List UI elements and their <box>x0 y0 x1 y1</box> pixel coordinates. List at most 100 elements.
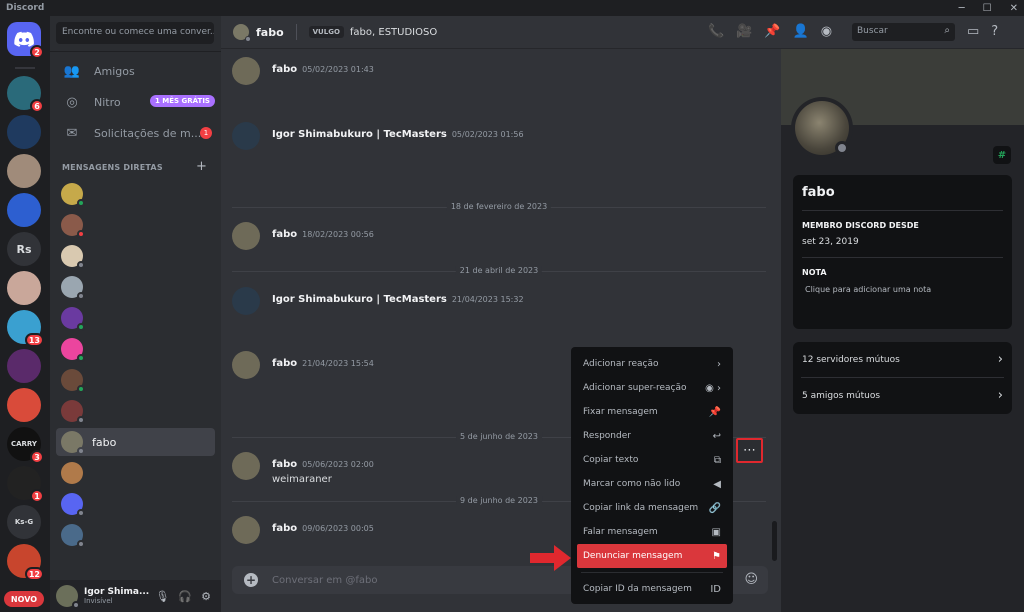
menu-item-speak-message[interactable]: Falar mensagem ▣ <box>577 520 727 544</box>
add-friends-to-dm-icon[interactable]: 👤 <box>793 24 809 39</box>
headphones-icon[interactable]: 🎧 <box>178 590 192 603</box>
dm-item[interactable] <box>56 211 215 239</box>
message-timestamp: 21/04/2023 15:32 <box>451 295 524 304</box>
user-status: Invisível <box>84 597 113 605</box>
close-icon[interactable]: ✕ <box>1010 3 1018 14</box>
server-icon[interactable] <box>7 388 41 422</box>
maximize-icon[interactable]: ☐ <box>983 3 992 14</box>
pinned-messages-icon[interactable]: 📌 <box>764 24 780 39</box>
attach-plus-icon[interactable]: + <box>244 573 258 587</box>
message-author[interactable]: fabo <box>272 459 297 470</box>
profile-avatar[interactable] <box>791 97 853 159</box>
server-icon[interactable] <box>7 349 41 383</box>
server-icon[interactable]: Rs <box>7 232 41 266</box>
message[interactable]: Igor Shimabukuro | TecMasters 21/04/2023 … <box>232 287 524 315</box>
menu-item-reply[interactable]: Responder ↩ <box>577 424 727 448</box>
message-author[interactable]: fabo <box>272 229 297 240</box>
mutual-friends-row[interactable]: 5 amigos mútuos › <box>793 378 1012 413</box>
new-button[interactable]: NOVO <box>4 591 44 607</box>
message-author[interactable]: fabo <box>272 523 297 534</box>
dm-item[interactable] <box>56 273 215 301</box>
menu-label: Adicionar reação <box>583 359 659 369</box>
server-badge: 1 <box>30 489 44 503</box>
video-call-icon[interactable]: 🎥 <box>736 24 752 39</box>
message[interactable]: fabo 05/02/2023 01:43 <box>232 57 374 85</box>
menu-item-add-reaction[interactable]: Adicionar reação › <box>577 352 727 376</box>
emoji-icon[interactable]: ☺ <box>744 572 758 587</box>
more-options-button[interactable]: ⋯ <box>736 438 763 463</box>
server-icon[interactable] <box>7 115 41 149</box>
message-avatar[interactable] <box>232 57 260 85</box>
message-avatar[interactable] <box>232 287 260 315</box>
dm-status-dot <box>77 323 85 331</box>
home-button[interactable]: 2 <box>7 22 44 59</box>
menu-item-add-super-reaction[interactable]: Adicionar super-reação ◉ › <box>577 376 727 400</box>
message-author[interactable]: fabo <box>272 358 297 369</box>
message-author[interactable]: Igor Shimabukuro | TecMasters <box>272 294 447 305</box>
chat-scrollbar[interactable] <box>772 521 777 561</box>
note-input[interactable]: Clique para adicionar uma nota <box>802 285 1003 294</box>
settings-gear-icon[interactable]: ⚙ <box>201 590 211 603</box>
message[interactable]: fabo 05/06/2023 02:00 weimaraner <box>232 452 374 485</box>
date-separator-label: 9 de junho de 2023 <box>456 496 542 505</box>
menu-item-copy-id[interactable]: Copiar ID da mensagem ID <box>577 577 727 601</box>
nav-nitro[interactable]: ◎ Nitro 1 MÊS GRÁTIS <box>56 89 215 115</box>
dm-item[interactable] <box>56 397 215 425</box>
menu-item-pin-message[interactable]: Fixar mensagem 📌 <box>577 400 727 424</box>
dm-item[interactable] <box>56 242 215 270</box>
red-arrow-annotation-icon <box>530 545 571 571</box>
nav-friends[interactable]: 👥 Amigos <box>56 58 215 84</box>
server-icon[interactable] <box>7 271 41 305</box>
menu-item-report-message[interactable]: Denunciar mensagem ⚑ <box>577 544 727 568</box>
dm-item[interactable] <box>56 366 215 394</box>
microphone-icon[interactable]: 🎙 <box>155 590 169 603</box>
server-icon[interactable]: 1 <box>7 466 44 503</box>
message[interactable]: fabo 21/04/2023 15:54 <box>232 351 374 379</box>
voice-call-icon[interactable]: 📞 <box>708 24 724 39</box>
user-profile-toggle-icon[interactable]: ◉ <box>821 24 832 39</box>
create-dm-plus-icon[interactable]: + <box>196 159 207 174</box>
mutual-servers-row[interactable]: 12 servidores mútuos › <box>793 342 1012 377</box>
dm-item[interactable] <box>56 335 215 363</box>
message-author[interactable]: fabo <box>272 64 297 75</box>
message-avatar[interactable] <box>232 351 260 379</box>
mutual-servers-label: 12 servidores mútuos <box>802 354 900 365</box>
message[interactable]: Igor Shimabukuro | TecMasters 05/02/2023 … <box>232 122 524 150</box>
message[interactable]: fabo 09/06/2023 00:05 <box>232 516 374 544</box>
server-icon[interactable]: 12 <box>7 544 44 581</box>
user-avatar[interactable] <box>56 585 80 609</box>
dm-status-dot <box>77 354 85 362</box>
server-icon[interactable]: 13 <box>7 310 44 347</box>
message-avatar[interactable] <box>232 122 260 150</box>
server-icon[interactable]: CARRY 3 <box>7 427 44 464</box>
server-icon[interactable]: 6 <box>7 76 44 113</box>
server-rail: 2 6 Rs 13 CARRY 3 1 Ks-G 12 NOVO <box>0 16 50 612</box>
server-icon[interactable] <box>7 154 41 188</box>
message[interactable]: fabo 18/02/2023 00:56 <box>232 222 374 250</box>
conversation-search[interactable]: Encontre ou comece uma conver... <box>56 22 214 44</box>
message-author[interactable]: Igor Shimabukuro | TecMasters <box>272 129 447 140</box>
minimize-icon[interactable]: ─ <box>959 3 965 14</box>
menu-item-copy-link[interactable]: Copiar link da mensagem 🔗 <box>577 496 727 520</box>
menu-label: Denunciar mensagem <box>583 551 683 561</box>
hashtag-badge-icon[interactable]: # <box>993 146 1011 164</box>
server-icon[interactable]: Ks-G <box>7 505 41 539</box>
dm-item[interactable] <box>56 521 215 549</box>
search-input[interactable]: Buscar ⌕ <box>852 23 955 41</box>
menu-item-mark-unread[interactable]: Marcar como não lido ◀ <box>577 472 727 496</box>
dm-avatar <box>61 462 83 484</box>
dm-item[interactable]: fabo <box>56 428 215 456</box>
inbox-icon[interactable]: ▭ <box>967 24 979 39</box>
dm-item[interactable] <box>56 304 215 332</box>
menu-item-copy-text[interactable]: Copiar texto ⧉ <box>577 448 727 472</box>
help-icon[interactable]: ? <box>991 24 998 39</box>
message-avatar[interactable] <box>232 222 260 250</box>
message-context-menu: Adicionar reação › Adicionar super-reação… <box>571 347 733 604</box>
message-avatar[interactable] <box>232 452 260 480</box>
dm-item[interactable] <box>56 459 215 487</box>
nav-message-requests[interactable]: ✉ Solicitações de m... 1 <box>56 120 215 146</box>
dm-item[interactable] <box>56 490 215 518</box>
dm-item[interactable] <box>56 180 215 208</box>
message-avatar[interactable] <box>232 516 260 544</box>
server-icon[interactable] <box>7 193 41 227</box>
